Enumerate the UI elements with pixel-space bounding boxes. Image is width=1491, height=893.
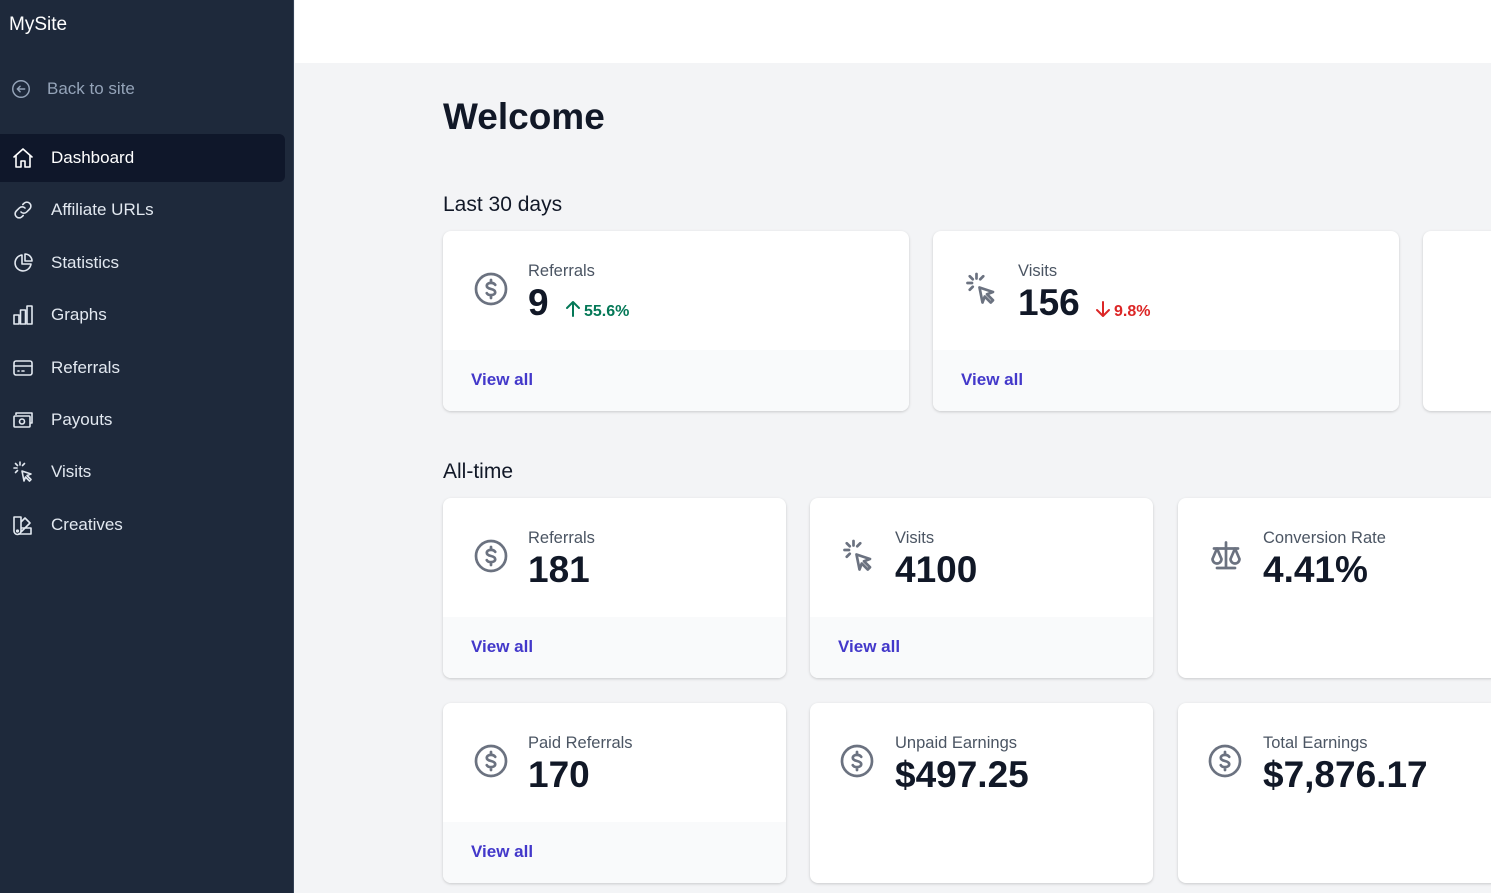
stat-card-recent-partial [1423,231,1491,411]
stat-value: $497.25 [895,754,1029,795]
sidebar-item-visits[interactable]: Visits [0,448,285,496]
stat-value: 4.41% [1263,549,1368,590]
bar-chart-icon [11,303,35,327]
sidebar-item-label: Referrals [51,357,120,377]
sidebar-item-affiliate-urls[interactable]: Affiliate URLs [0,186,285,234]
scale-icon [1208,538,1244,574]
stat-label: Paid Referrals [528,734,633,752]
sidebar-item-label: Dashboard [51,148,135,167]
cursor-click-icon [840,538,876,574]
stat-card-recent-referrals: Referrals 9 55.6% View all [443,231,909,411]
stat-label: Referrals [528,262,595,280]
pie-chart-icon [11,251,35,275]
view-all-link[interactable]: View all [838,637,900,656]
sidebar-item-payouts[interactable]: Payouts [0,396,285,444]
stat-card-visits: Visits 4100 View all [810,498,1153,678]
stat-label: Visits [895,529,935,547]
sidebar-item-label: Payouts [51,409,113,429]
stat-label: Unpaid Earnings [895,734,1017,752]
sidebar-item-creatives[interactable]: Creatives [0,501,285,549]
stat-value: 4100 [895,549,978,590]
sidebar-item-label: Creatives [51,514,123,534]
stat-value: 156 [1018,282,1080,323]
stat-label: Referrals [528,529,595,547]
view-all-link[interactable]: View all [961,370,1023,389]
stat-card-recent-visits: Visits 156 9.8% View all [933,231,1399,411]
credit-card-icon [11,356,35,380]
home-icon [11,146,35,170]
stat-value: 170 [528,754,590,795]
back-to-site-link[interactable]: Back to site [10,78,135,100]
sidebar-item-label: Visits [51,462,92,482]
site-name[interactable]: MySite [9,14,67,36]
stat-change-up: 55.6% [563,299,629,324]
stat-label: Total Earnings [1263,734,1368,752]
stat-value: $7,876.17 [1263,754,1428,795]
top-bar [295,0,1491,63]
stat-value: 181 [528,549,590,590]
stat-card-conversion-rate: Conversion Rate 4.41% [1178,498,1491,678]
arrow-up-icon [563,299,584,324]
sidebar-nav: Dashboard Affiliate URLs Statistics Grap… [0,134,294,553]
stat-label: Conversion Rate [1263,529,1386,547]
sidebar-item-graphs[interactable]: Graphs [0,291,285,339]
sidebar-item-label: Statistics [51,252,120,272]
arrow-circle-left-icon [10,78,32,100]
view-all-link[interactable]: View all [471,637,533,656]
stat-change-value: 55.6% [584,302,630,320]
view-all-link[interactable]: View all [471,370,533,389]
sidebar-item-statistics[interactable]: Statistics [0,239,285,287]
section-title-all-time: All-time [443,460,514,483]
link-icon [11,198,35,222]
sidebar: MySite Back to site Dashboard Affiliate … [0,0,294,893]
stat-card-paid-referrals: Paid Referrals 170 View all [443,703,786,883]
currency-dollar-icon [473,538,509,574]
stat-change-down: 9.8% [1093,299,1150,324]
cursor-click-icon [963,271,999,307]
page-title: Welcome [443,96,605,137]
sidebar-item-label: Graphs [51,305,107,325]
main-content: Welcome Last 30 days Referrals 9 55.6% V… [295,63,1491,893]
back-to-site-label: Back to site [47,79,135,98]
currency-dollar-icon [1207,743,1243,779]
color-swatch-icon [11,513,35,537]
currency-dollar-icon [839,743,875,779]
section-title-last-30-days: Last 30 days [443,193,563,216]
currency-dollar-icon [473,271,509,307]
arrow-down-icon [1093,299,1114,324]
stat-card-referrals: Referrals 181 View all [443,498,786,678]
stat-card-total-earnings: Total Earnings $7,876.17 [1178,703,1491,883]
cursor-click-icon [11,460,35,484]
sidebar-item-label: Affiliate URLs [51,200,154,220]
view-all-link[interactable]: View all [471,842,533,861]
stat-change-value: 9.8% [1114,302,1151,320]
cash-icon [11,408,35,432]
stat-value: 9 [528,282,549,323]
sidebar-item-referrals[interactable]: Referrals [0,344,285,392]
stat-card-unpaid-earnings: Unpaid Earnings $497.25 [810,703,1153,883]
stat-label: Visits [1018,262,1058,280]
sidebar-item-dashboard[interactable]: Dashboard [0,134,285,182]
currency-dollar-icon [473,743,509,779]
